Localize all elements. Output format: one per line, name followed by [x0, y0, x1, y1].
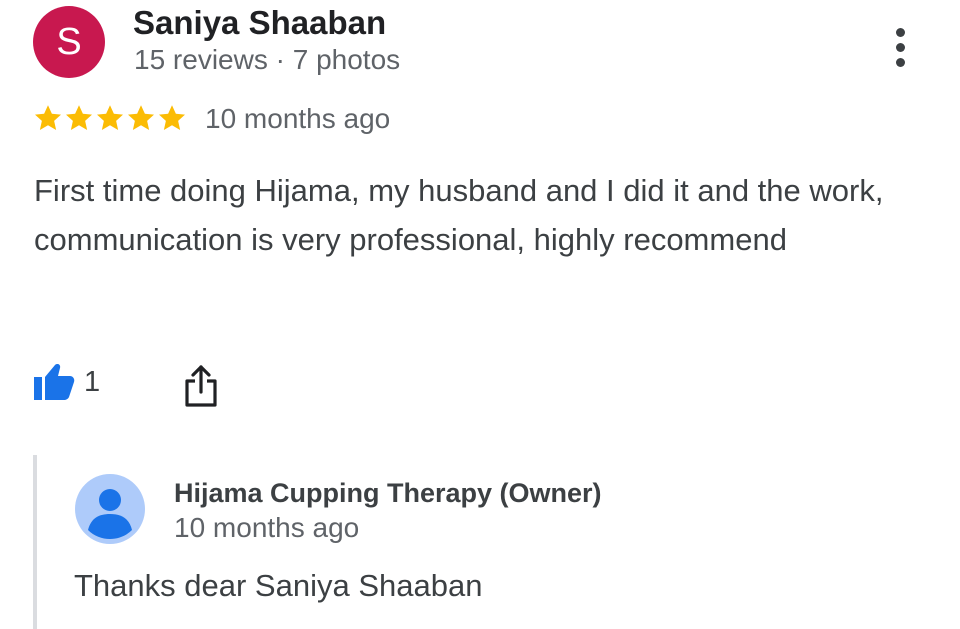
like-button[interactable]: 1	[32, 362, 100, 402]
thumb-up-icon	[34, 364, 75, 400]
share-icon	[185, 365, 217, 407]
star-rating	[33, 103, 187, 133]
like-count: 1	[84, 365, 101, 398]
review-time: 10 months ago	[205, 103, 391, 134]
more-vert-icon	[895, 27, 905, 67]
owner-avatar	[75, 474, 145, 544]
owner-name: Hijama Cupping Therapy (Owner)	[174, 478, 602, 508]
author-name[interactable]: Saniya Shaaban	[133, 4, 386, 42]
star-icon	[128, 105, 154, 130]
author-avatar-initial: S	[56, 21, 82, 63]
review-text: First time doing Hijama, my husband and …	[34, 173, 884, 257]
star-icon	[97, 105, 123, 130]
star-icon	[66, 105, 92, 130]
owner-reply-time: 10 months ago	[174, 512, 360, 543]
star-icon	[35, 105, 61, 130]
person-icon	[75, 474, 145, 544]
star-icon	[159, 105, 185, 130]
owner-reply-text: Thanks dear Saniya Shaaban	[74, 568, 483, 603]
more-options-button[interactable]	[880, 22, 920, 72]
reply-divider	[33, 455, 37, 629]
author-avatar[interactable]: S	[33, 6, 105, 78]
author-meta: 15 reviews · 7 photos	[134, 44, 401, 75]
review-card: S Saniya Shaaban 15 reviews · 7 photos 1…	[0, 0, 960, 629]
share-button[interactable]	[183, 364, 219, 408]
